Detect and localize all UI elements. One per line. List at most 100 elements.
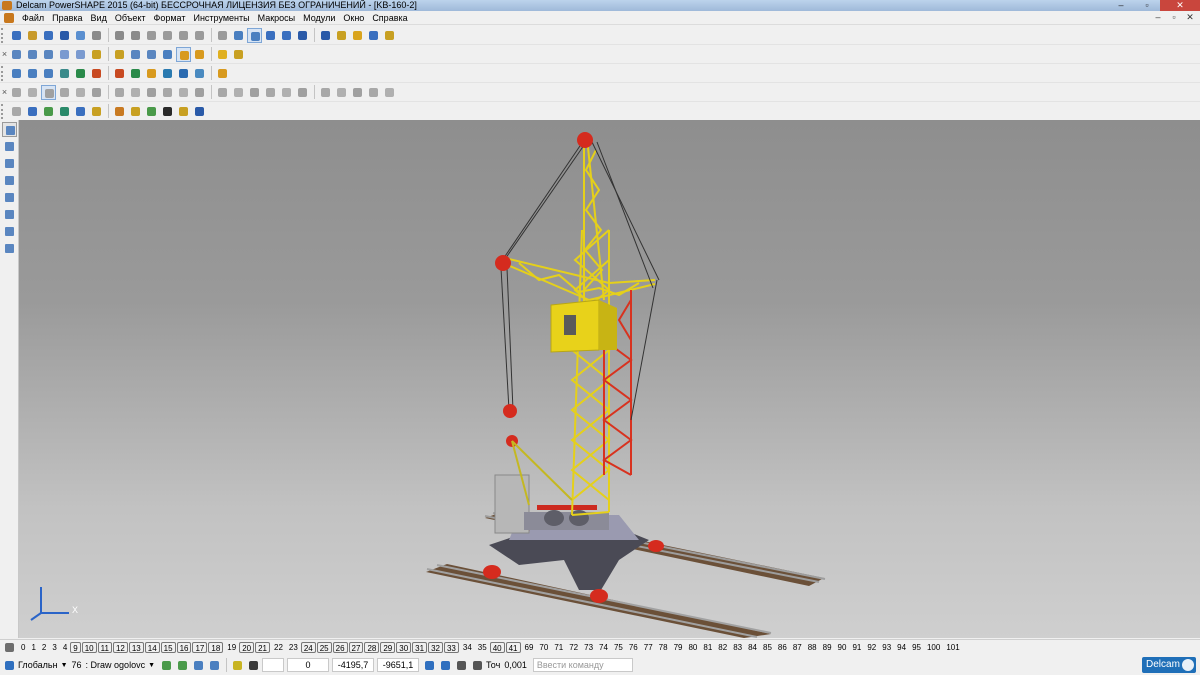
sphere-icon[interactable] (2, 190, 17, 205)
toolbar-close-icon[interactable]: × (0, 87, 9, 97)
snap-icon[interactable] (207, 658, 222, 673)
level-26[interactable]: 26 (332, 641, 348, 653)
solid-drive-icon[interactable] (176, 85, 191, 100)
surface-icon[interactable] (350, 28, 365, 43)
level-73[interactable]: 73 (581, 642, 596, 653)
zoom-box-icon[interactable] (144, 47, 159, 62)
shade-yellow-icon[interactable] (41, 104, 56, 119)
level-88[interactable]: 88 (805, 642, 820, 653)
level-33[interactable]: 33 (443, 641, 459, 653)
cut-icon[interactable] (89, 28, 104, 43)
workplane-axis-icon[interactable] (2, 224, 17, 239)
solid-history-icon[interactable] (382, 85, 397, 100)
level-90[interactable]: 90 (835, 642, 850, 653)
toolbar-close-icon[interactable]: × (0, 49, 9, 59)
shade-dark-icon[interactable] (160, 104, 175, 119)
close-button[interactable]: ✕ (1160, 0, 1200, 11)
zoom-in-icon[interactable] (89, 47, 104, 62)
level-29[interactable]: 29 (380, 641, 396, 653)
render-icon[interactable] (89, 66, 104, 81)
level-10[interactable]: 10 (81, 641, 97, 653)
maximize-button[interactable]: ▫ (1134, 0, 1160, 11)
solid-add-icon[interactable] (263, 85, 278, 100)
layer-multi-icon[interactable] (175, 658, 190, 673)
curve-icon[interactable] (318, 28, 333, 43)
zoom-out-icon[interactable] (112, 47, 127, 62)
paste-icon[interactable] (128, 28, 143, 43)
level-12[interactable]: 12 (112, 641, 128, 653)
delete-icon[interactable] (144, 28, 159, 43)
tolerance-icon[interactable] (470, 658, 485, 673)
info-icon[interactable] (176, 66, 191, 81)
doc-minimize-button[interactable]: – (1152, 12, 1164, 23)
level-4[interactable]: 4 (60, 642, 70, 653)
level-69[interactable]: 69 (522, 642, 537, 653)
level-75[interactable]: 75 (611, 642, 626, 653)
level-22[interactable]: 22 (271, 642, 286, 653)
workplane-icon[interactable] (9, 66, 24, 81)
shading-icon[interactable] (192, 47, 207, 62)
level-93[interactable]: 93 (879, 642, 894, 653)
shade-check-icon[interactable] (176, 104, 191, 119)
transform-icon[interactable] (215, 28, 230, 43)
select-icon[interactable] (231, 28, 246, 43)
level-0[interactable]: 0 (18, 642, 28, 653)
solid-extrude-icon[interactable] (128, 85, 143, 100)
level-3[interactable]: 3 (49, 642, 59, 653)
calculator-icon[interactable] (422, 658, 437, 673)
solid-box-icon[interactable] (9, 85, 24, 100)
view-iso-icon[interactable] (57, 47, 72, 62)
pan-hand-icon[interactable] (231, 47, 246, 62)
solid-chamfer-icon[interactable] (231, 85, 246, 100)
shade-green-icon[interactable] (57, 104, 72, 119)
level-18[interactable]: 18 (208, 641, 224, 653)
axes-icon[interactable] (25, 104, 40, 119)
snap-icon[interactable] (2, 241, 17, 256)
solid-cylinder-icon[interactable] (57, 85, 72, 100)
level-87[interactable]: 87 (790, 642, 805, 653)
layer-icon[interactable] (25, 66, 40, 81)
wizard-icon[interactable] (382, 28, 397, 43)
level-11[interactable]: 11 (97, 641, 112, 653)
mesh-icon[interactable] (366, 28, 381, 43)
level-86[interactable]: 86 (775, 642, 790, 653)
arrow-select-icon[interactable] (263, 28, 278, 43)
level-85[interactable]: 85 (760, 642, 775, 653)
solid-shaded-icon[interactable] (25, 85, 40, 100)
level-20[interactable]: 20 (239, 641, 255, 653)
open-doc-icon[interactable] (41, 28, 56, 43)
level-82[interactable]: 82 (715, 642, 730, 653)
level-35[interactable]: 35 (475, 642, 490, 653)
solid-block-icon[interactable] (41, 84, 56, 100)
open-file-icon[interactable] (25, 28, 40, 43)
level-77[interactable]: 77 (641, 642, 656, 653)
undo-icon[interactable] (176, 28, 191, 43)
level-9[interactable]: 9 (70, 641, 81, 653)
select-arrow-icon[interactable] (2, 122, 17, 137)
menu-object[interactable]: Объект (111, 13, 150, 23)
layer-select-icon[interactable] (2, 139, 17, 154)
shade-multi-icon[interactable] (73, 104, 88, 119)
level-70[interactable]: 70 (536, 642, 551, 653)
level-72[interactable]: 72 (566, 642, 581, 653)
view-iso2-icon[interactable] (73, 47, 88, 62)
shaded-icon[interactable] (176, 46, 191, 62)
level-89[interactable]: 89 (820, 642, 835, 653)
workplane-select[interactable]: Глобальн ▼ (18, 660, 68, 670)
material-icon[interactable] (57, 66, 72, 81)
solid-boolean-icon[interactable] (247, 85, 262, 100)
menu-window[interactable]: Окно (339, 13, 368, 23)
levels-icon[interactable] (2, 640, 17, 655)
level-23[interactable]: 23 (286, 642, 301, 653)
level-76[interactable]: 76 (626, 642, 641, 653)
calc-icon[interactable] (192, 66, 207, 81)
dimension-icon[interactable] (454, 658, 469, 673)
menu-tools[interactable]: Инструменты (189, 13, 253, 23)
level-27[interactable]: 27 (348, 641, 364, 653)
circle-icon[interactable] (279, 28, 294, 43)
doc-restore-button[interactable]: ▫ (1168, 12, 1180, 23)
level-2[interactable]: 2 (39, 642, 49, 653)
app-icon[interactable] (2, 1, 12, 10)
copy-icon[interactable] (112, 28, 127, 43)
solid-shell-icon[interactable] (334, 85, 349, 100)
